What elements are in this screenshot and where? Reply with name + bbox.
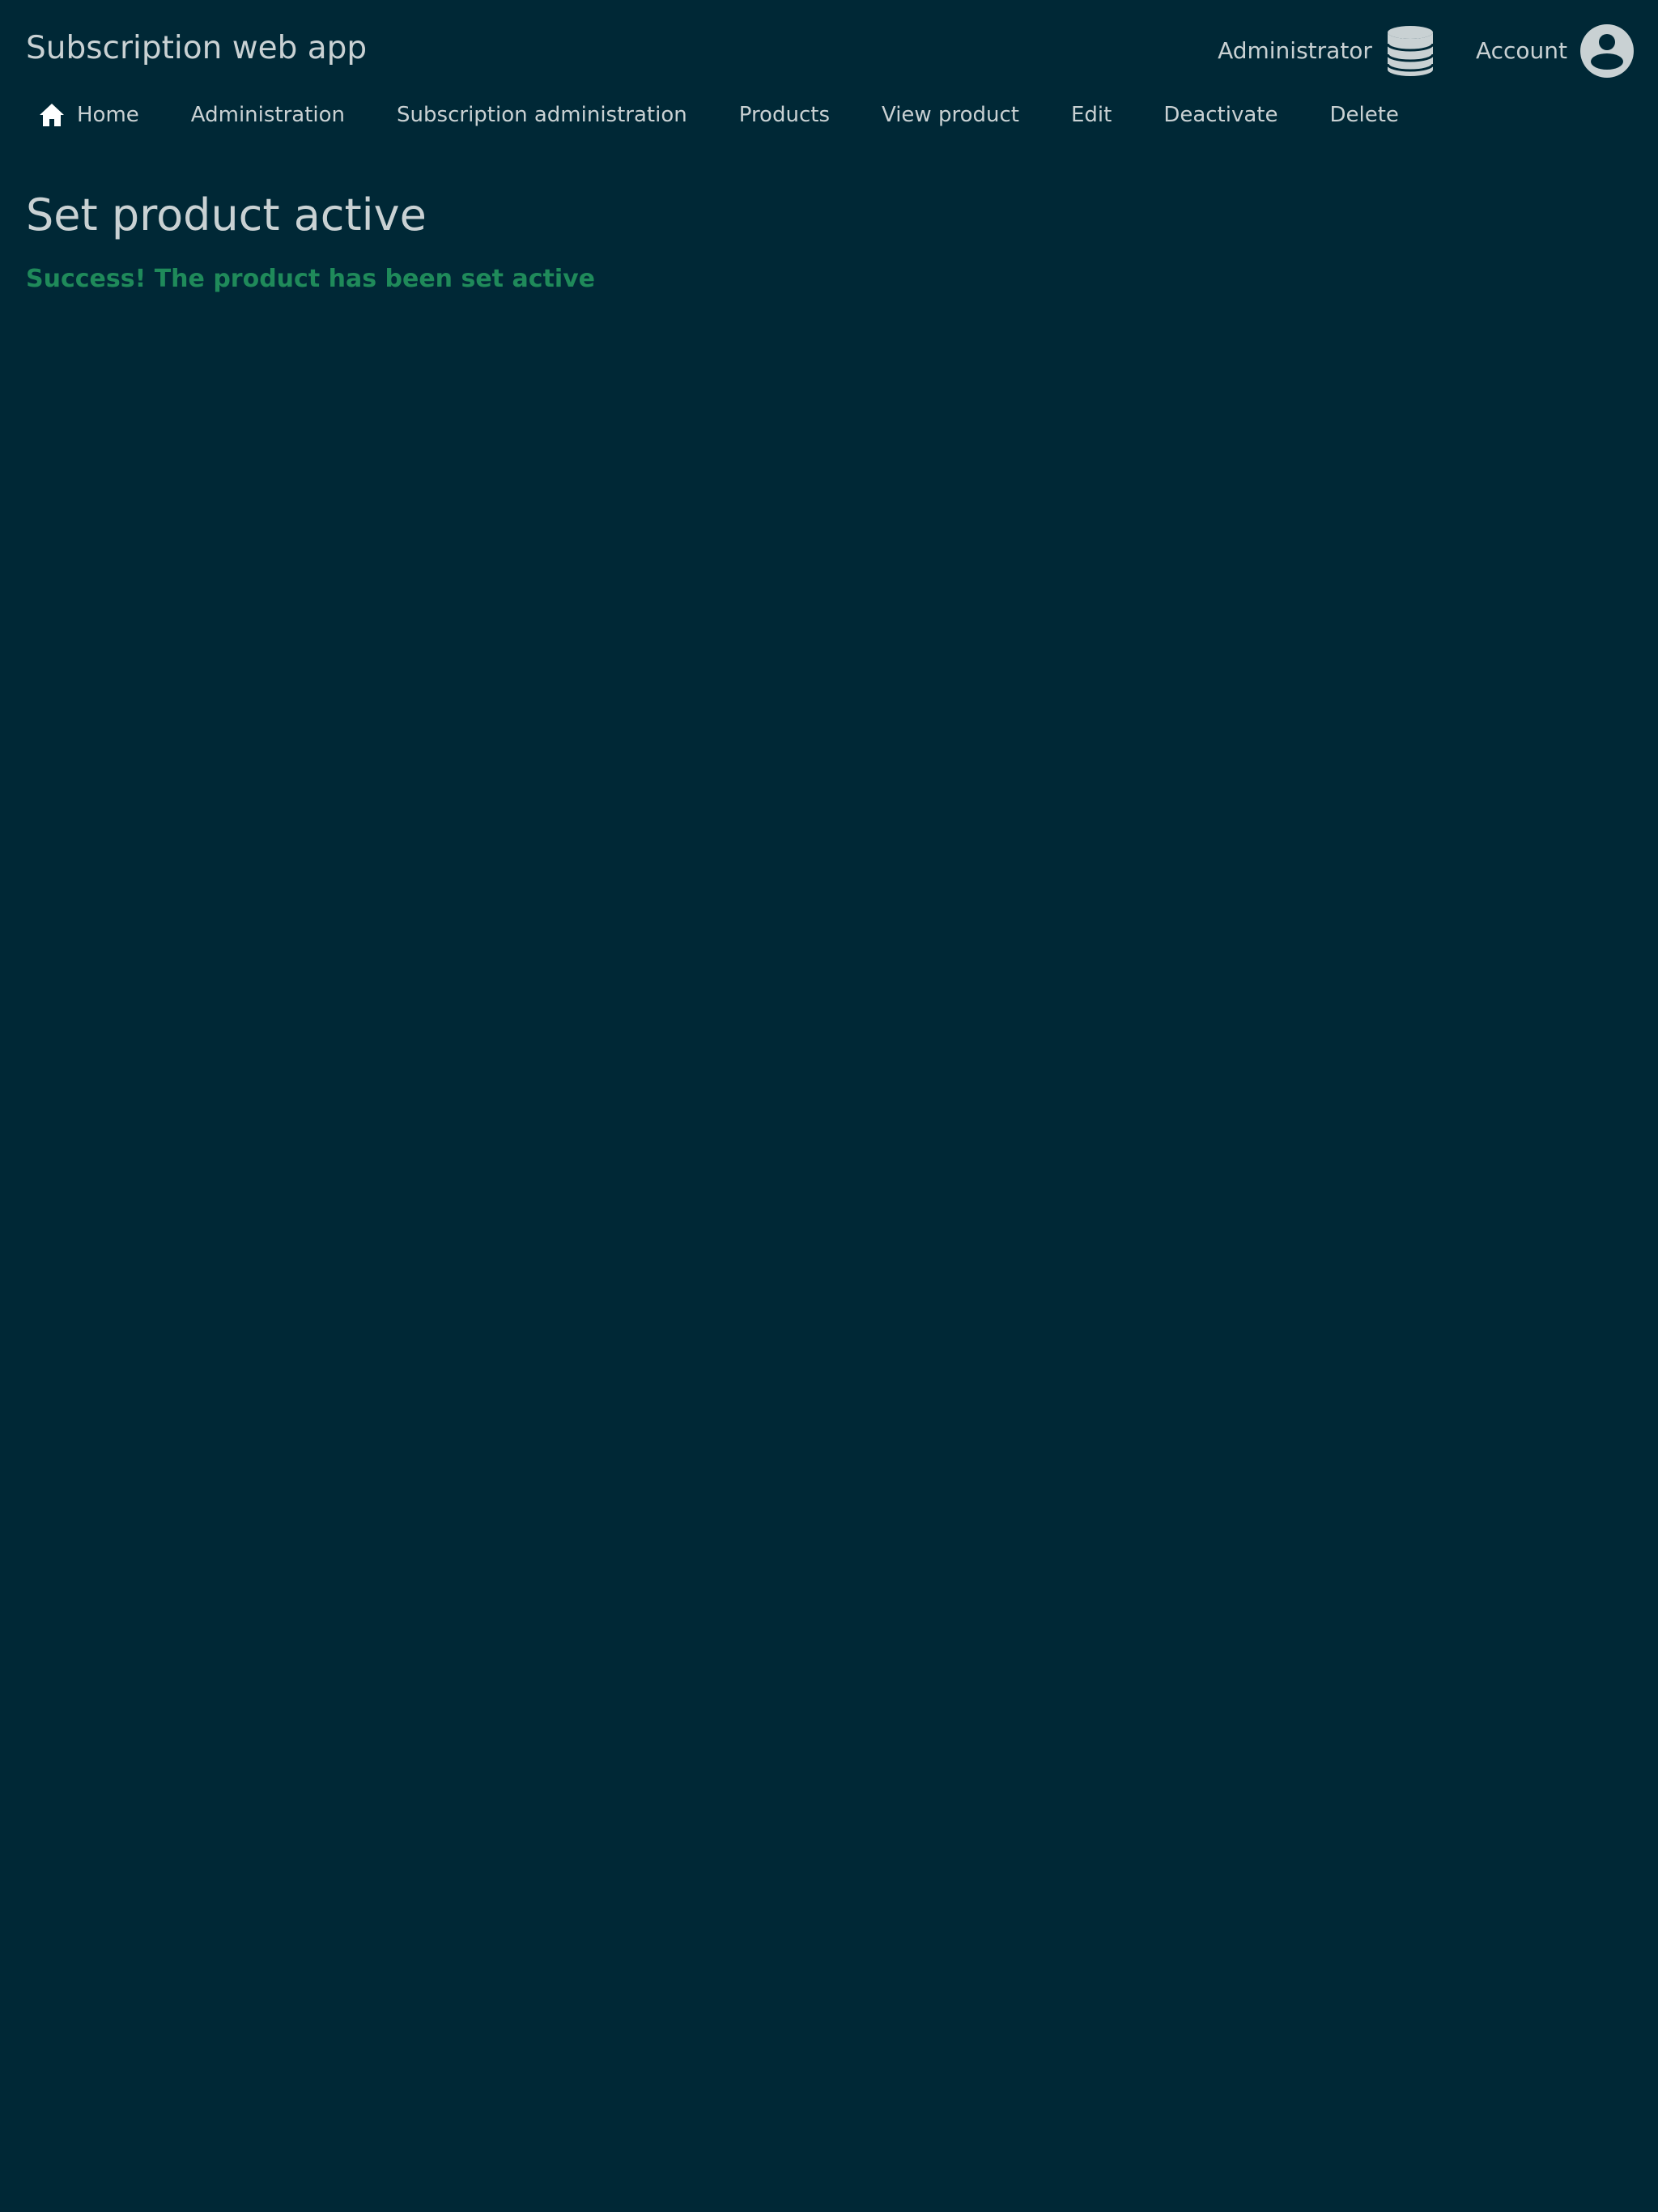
nav-item-administration[interactable]: Administration <box>191 102 345 128</box>
nav-item-delete[interactable]: Delete <box>1329 102 1398 128</box>
database-icon[interactable] <box>1386 25 1434 77</box>
nav-item-home[interactable]: Home <box>39 102 139 128</box>
account-label[interactable]: Account <box>1476 37 1567 65</box>
success-message: Success! The product has been set active <box>26 265 596 293</box>
nav-item-home-label[interactable]: Home <box>77 102 139 128</box>
administrator-label[interactable]: Administrator <box>1218 37 1372 65</box>
nav-item-products[interactable]: Products <box>739 102 830 128</box>
account-link[interactable]: Account <box>1476 24 1634 78</box>
nav-item-view-product[interactable]: View product <box>882 102 1019 128</box>
header-actions: Administrator Account <box>1218 24 1634 78</box>
breadcrumb: Home Administration Subscription adminis… <box>0 97 1658 133</box>
page-title: Set product active <box>26 189 427 240</box>
home-icon[interactable] <box>39 103 65 127</box>
app-header: Subscription web app Administrator Accou… <box>0 0 1658 97</box>
nav-item-deactivate[interactable]: Deactivate <box>1163 102 1278 128</box>
user-circle-icon[interactable] <box>1580 24 1634 78</box>
main-content: Set product active Success! The product … <box>0 189 1658 295</box>
nav-item-subscription-administration[interactable]: Subscription administration <box>397 102 687 128</box>
nav-item-edit[interactable]: Edit <box>1071 102 1112 128</box>
administrator-link[interactable]: Administrator <box>1218 25 1434 77</box>
app-title[interactable]: Subscription web app <box>26 29 367 68</box>
